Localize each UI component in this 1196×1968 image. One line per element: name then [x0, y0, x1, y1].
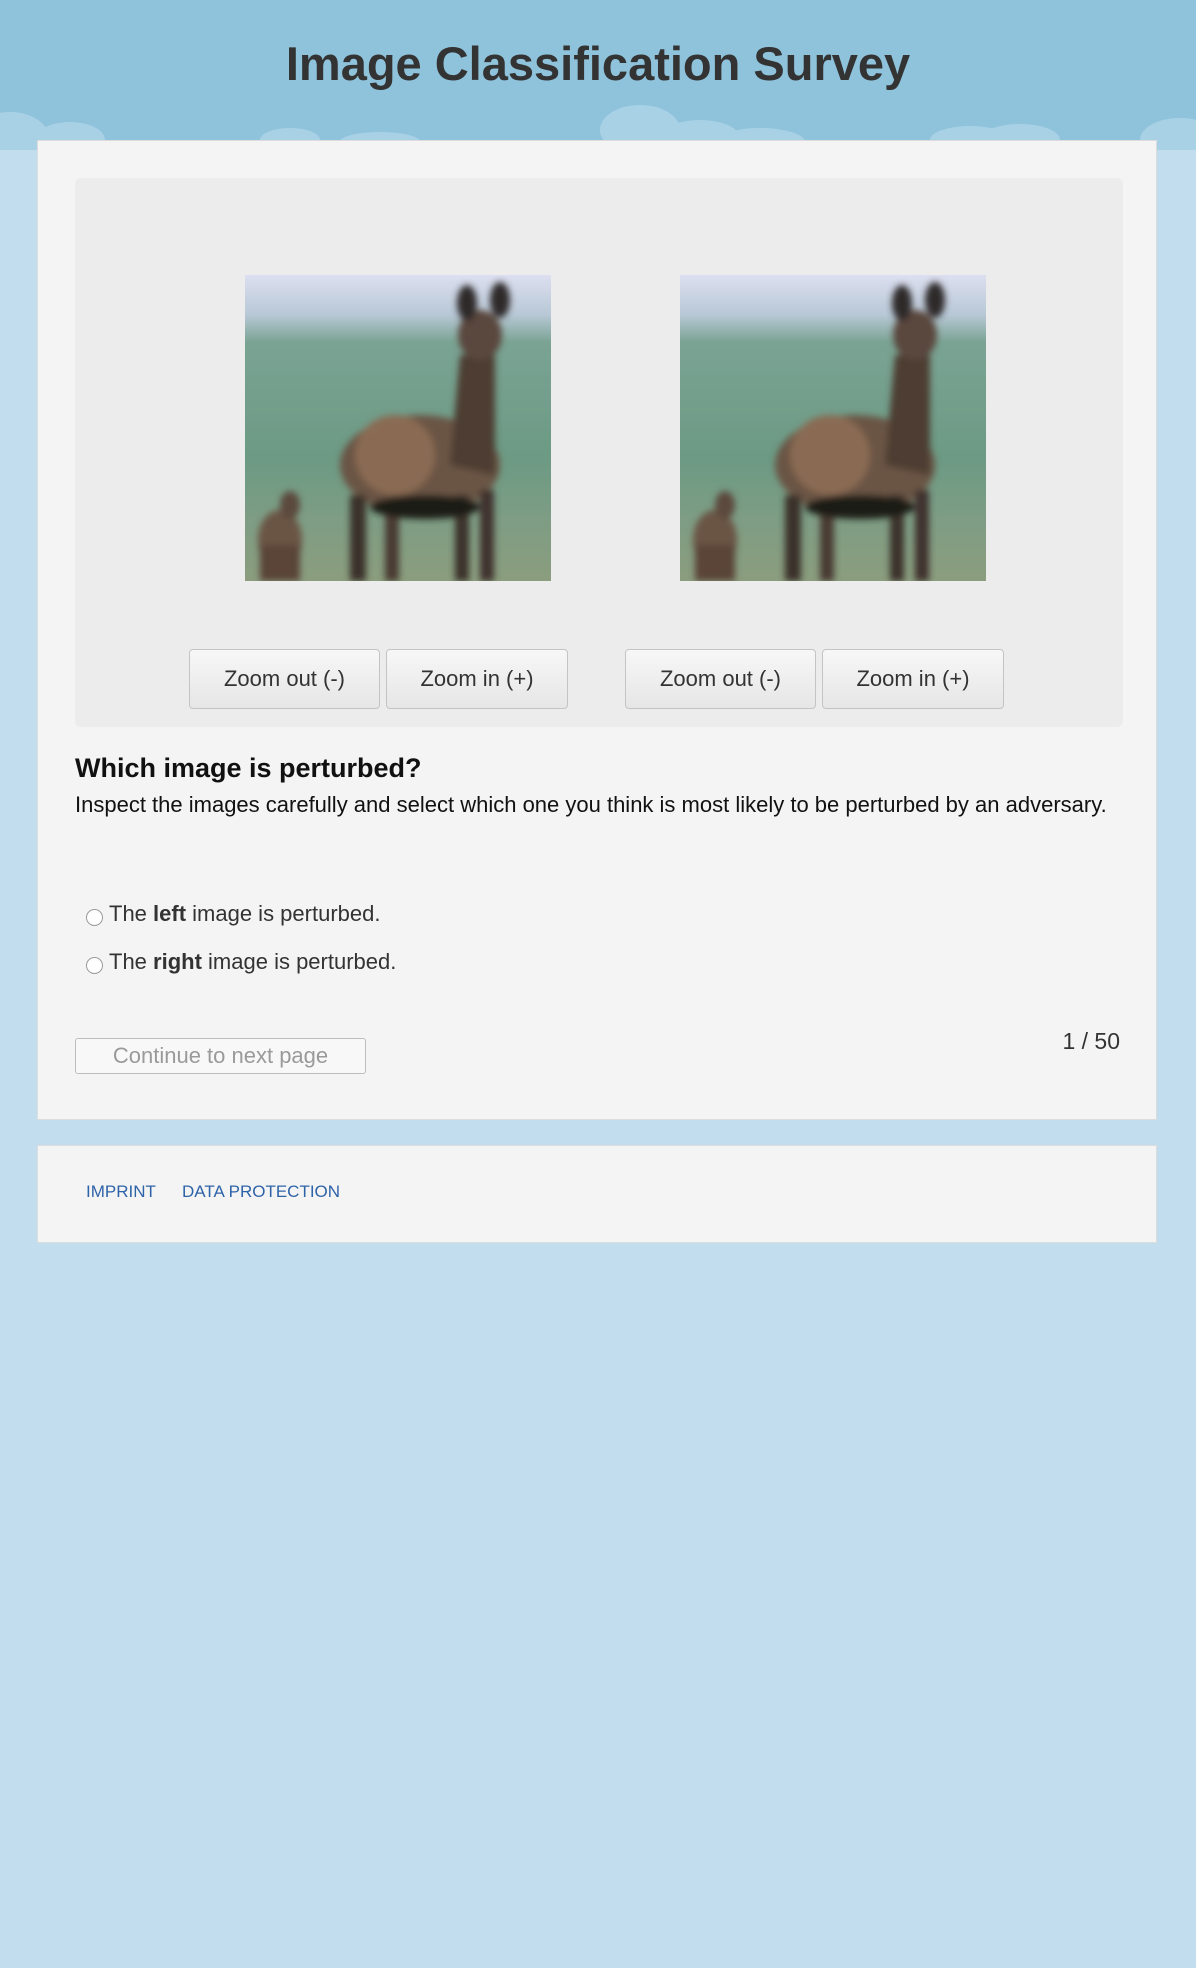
image-comparison-panel: Zoom out (-) Zoom in (+) Zoom out (-) Zo…	[75, 178, 1123, 727]
question-description: Inspect the images carefully and select …	[75, 792, 1107, 817]
right-zoom-in-button[interactable]: Zoom in (+)	[822, 649, 1004, 709]
option-left-prefix: The	[109, 901, 154, 926]
option-left-suffix: image is perturbed.	[186, 901, 381, 926]
option-left-label: The left image is perturbed.	[109, 901, 380, 927]
left-zoom-out-button[interactable]: Zoom out (-)	[189, 649, 380, 709]
option-left-emphasis: left	[153, 901, 187, 926]
data-protection-link[interactable]: Data Protection	[182, 1182, 340, 1202]
right-image	[680, 275, 986, 581]
option-right-suffix: image is perturbed.	[201, 949, 397, 974]
page-header: Image Classification Survey	[0, 0, 1196, 150]
right-zoom-out-button[interactable]: Zoom out (-)	[625, 649, 816, 709]
deer-photo-right	[680, 275, 986, 581]
continue-button[interactable]: Continue to next page	[75, 1038, 366, 1074]
survey-card: Zoom out (-) Zoom in (+) Zoom out (-) Zo…	[37, 140, 1157, 1120]
imprint-link[interactable]: Imprint	[86, 1182, 156, 1202]
option-right-prefix: The	[109, 949, 154, 974]
left-zoom-in-button[interactable]: Zoom in (+)	[386, 649, 568, 709]
left-image	[245, 275, 551, 581]
option-right-emphasis: right	[153, 949, 202, 974]
radio-left[interactable]	[86, 908, 103, 926]
question-title: Which image is perturbed?	[75, 753, 422, 783]
option-right-label: The right image is perturbed.	[109, 949, 396, 975]
page-progress: 1 / 50	[1062, 1028, 1120, 1054]
radio-right[interactable]	[86, 956, 103, 974]
footer: Imprint Data Protection	[37, 1145, 1157, 1243]
option-left-perturbed[interactable]: The left image is perturbed.	[86, 899, 380, 929]
page-title: Image Classification Survey	[285, 37, 911, 90]
option-right-perturbed[interactable]: The right image is perturbed.	[86, 947, 396, 977]
deer-photo-left	[245, 275, 551, 581]
